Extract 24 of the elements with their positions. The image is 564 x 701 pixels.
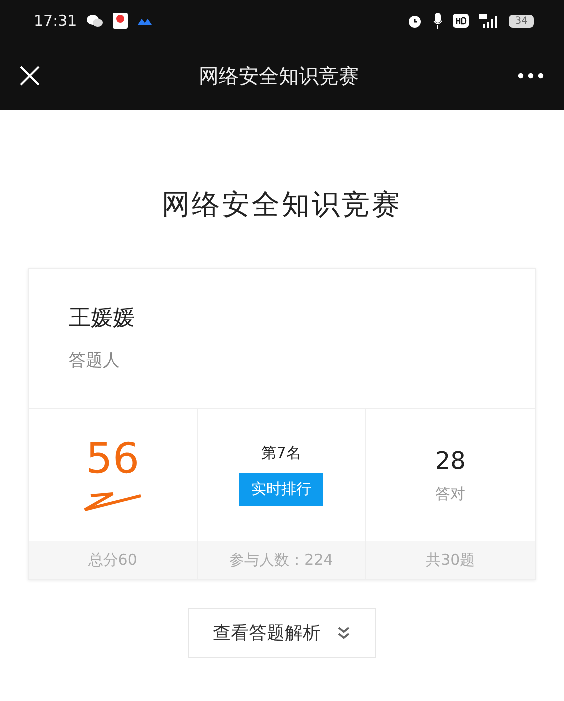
correct-label: 答对: [436, 484, 466, 504]
close-icon[interactable]: [20, 66, 40, 86]
app-icon: [138, 17, 152, 25]
participant-role: 答题人: [69, 350, 121, 372]
double-chevron-icon: [337, 626, 351, 640]
chat-icon: [87, 14, 104, 28]
participant-name: 王媛媛: [69, 305, 136, 333]
header-title: 网络安全知识竞赛: [198, 62, 360, 90]
signal-icon: [479, 14, 500, 28]
stat-footer: 总分60: [29, 541, 197, 579]
microphone-icon: [433, 13, 444, 29]
stat-footer: 参与人数：224: [198, 541, 366, 579]
more-icon[interactable]: [518, 73, 544, 79]
scribble-icon: [82, 490, 143, 512]
score-value: 56: [86, 438, 140, 480]
rank-text: 第7名: [262, 444, 302, 463]
battery-level: 34: [509, 14, 534, 28]
view-analysis-button[interactable]: 查看答题解析: [188, 608, 376, 658]
stat-footer: 共30题: [366, 541, 535, 579]
page-title: 网络安全知识竞赛: [162, 187, 402, 223]
alarm-icon: [407, 13, 424, 29]
hd-icon: [453, 14, 470, 28]
status-time: 17:31: [34, 12, 78, 30]
correct-count: 28: [435, 446, 466, 474]
